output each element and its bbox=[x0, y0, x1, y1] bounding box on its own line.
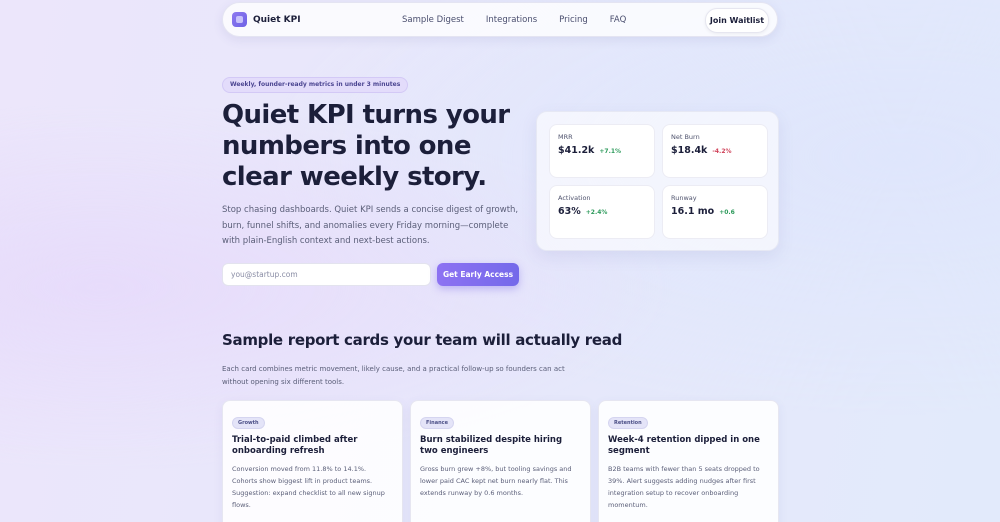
section-subtitle: Each card combines metric movement, like… bbox=[222, 365, 565, 386]
card-tag: Finance bbox=[420, 417, 454, 429]
metric-label: Net Burn bbox=[671, 133, 700, 141]
report-card-retention: Retention Week-4 retention dipped in one… bbox=[598, 400, 779, 522]
brand-name: Quiet KPI bbox=[253, 14, 301, 25]
nav-link-faq[interactable]: FAQ bbox=[610, 15, 626, 25]
metric-label: Runway bbox=[671, 194, 697, 202]
get-early-access-button[interactable]: Get Early Access bbox=[437, 263, 519, 286]
section-title: Sample report cards your team will actua… bbox=[222, 331, 623, 349]
metric-delta: +7.1% bbox=[599, 148, 622, 155]
hero-subtitle: Stop chasing dashboards. Quiet KPI sends… bbox=[222, 205, 519, 246]
metric-value: 63% bbox=[558, 206, 581, 217]
nav-link-pricing[interactable]: Pricing bbox=[559, 15, 588, 25]
nav-link-sample-digest[interactable]: Sample Digest bbox=[402, 15, 464, 25]
metric-card-runway: Runway 16.1 mo +0.6 bbox=[662, 185, 768, 239]
metric-value: 16.1 mo bbox=[671, 206, 715, 217]
nav-links: Sample Digest Integrations Pricing FAQ bbox=[402, 15, 648, 25]
metrics-panel: MRR $41.2k +7.1% Net Burn $18.4k -4.2% A… bbox=[536, 111, 779, 251]
card-body: B2B teams with fewer than 5 seats droppe… bbox=[608, 465, 760, 509]
card-tag: Retention bbox=[608, 417, 648, 429]
metric-value: $18.4k bbox=[671, 145, 708, 156]
hero-title: Quiet KPI turns your numbers into one cl… bbox=[222, 100, 510, 192]
card-body: Gross burn grew +8%, but tooling savings… bbox=[420, 465, 572, 497]
email-input[interactable] bbox=[222, 263, 431, 286]
brand-logo-icon bbox=[232, 12, 247, 27]
metric-delta: +0.6 bbox=[719, 209, 735, 216]
metric-card-mrr: MRR $41.2k +7.1% bbox=[549, 124, 655, 178]
report-card-growth: Growth Trial-to-paid climbed after onboa… bbox=[222, 400, 403, 522]
metric-card-net-burn: Net Burn $18.4k -4.2% bbox=[662, 124, 768, 178]
nav-link-integrations[interactable]: Integrations bbox=[486, 15, 537, 25]
top-nav: Quiet KPI Sample Digest Integrations Pri… bbox=[222, 2, 778, 37]
card-body: Conversion moved from 11.8% to 14.1%. Co… bbox=[232, 465, 385, 509]
metric-delta: +2.4% bbox=[585, 209, 608, 216]
join-waitlist-button[interactable]: Join Waitlist bbox=[705, 8, 769, 33]
card-title: Burn stabilized despite hiring two engin… bbox=[420, 435, 563, 456]
metric-delta: -4.2% bbox=[712, 148, 732, 155]
card-title: Trial-to-paid climbed after onboarding r… bbox=[232, 435, 358, 456]
metric-label: Activation bbox=[558, 194, 591, 202]
brand[interactable]: Quiet KPI bbox=[232, 12, 301, 27]
metric-label: MRR bbox=[558, 133, 573, 141]
report-card-finance: Finance Burn stabilized despite hiring t… bbox=[410, 400, 591, 522]
metric-value: $41.2k bbox=[558, 145, 595, 156]
card-tag: Growth bbox=[232, 417, 265, 429]
metric-card-activation: Activation 63% +2.4% bbox=[549, 185, 655, 239]
hero-eyebrow-badge: Weekly, founder-ready metrics in under 3… bbox=[222, 77, 409, 93]
card-title: Week-4 retention dipped in one segment bbox=[608, 435, 760, 456]
